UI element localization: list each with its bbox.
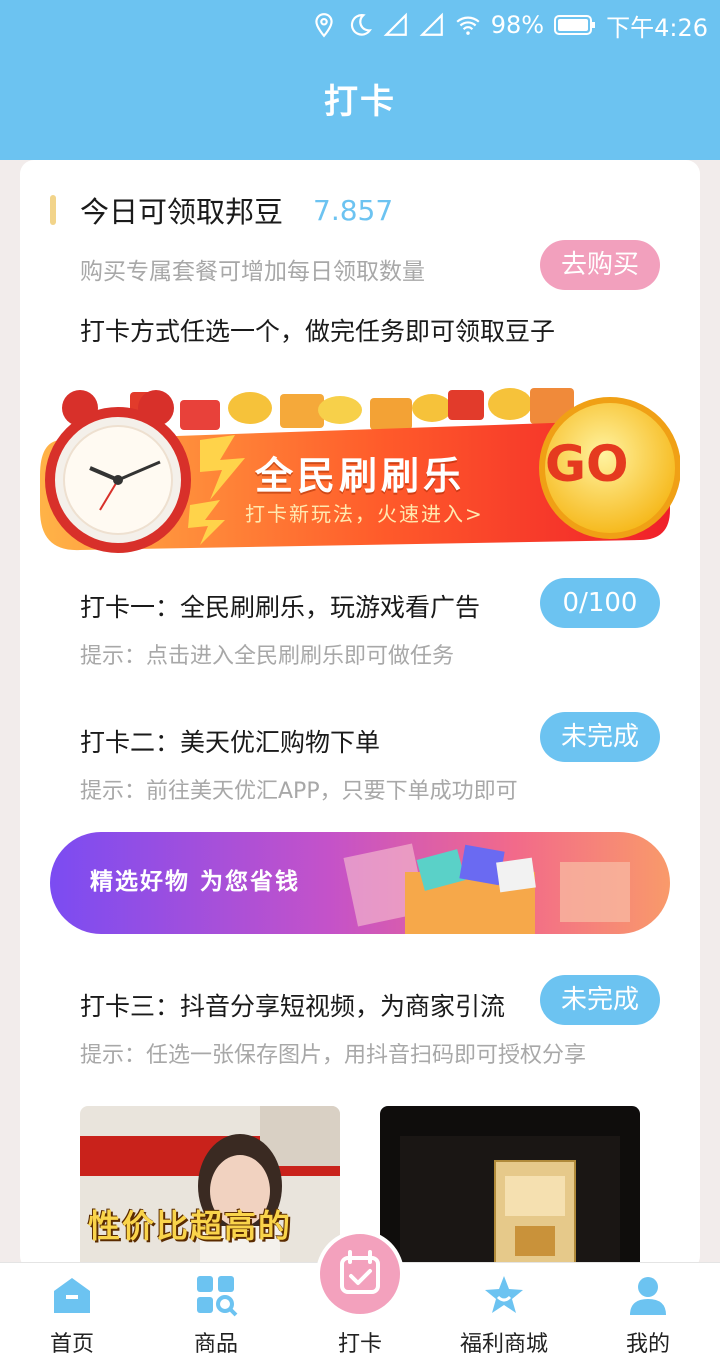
tab-label: 打卡 xyxy=(337,1332,382,1357)
moon-icon xyxy=(350,14,372,36)
today-beans-row: 今日可领取邦豆 7.857 xyxy=(50,190,393,230)
star-icon xyxy=(485,1276,523,1313)
promo-banner[interactable]: 全民刷刷乐 打卡新玩法，火速进入> GO xyxy=(40,380,680,560)
task-hint: 提示：任选一张保存图片，用抖音扫码即可授权分享 xyxy=(80,1043,587,1068)
calendar-check-icon xyxy=(340,1250,380,1294)
app-header: 打卡 xyxy=(0,50,720,160)
checkin-center-button[interactable] xyxy=(316,1230,404,1318)
battery-icon xyxy=(554,15,596,35)
tab-label: 首页 xyxy=(49,1332,94,1357)
task-3-status-badge[interactable]: 未完成 xyxy=(540,975,660,1025)
location-icon xyxy=(315,13,333,38)
promo-subtitle: 打卡新玩法，火速进入> xyxy=(245,502,484,526)
page-title: 打卡 xyxy=(324,82,396,122)
checkin-method-title: 打卡方式任选一个，做完任务即可领取豆子 xyxy=(80,317,556,346)
home-icon xyxy=(54,1278,90,1313)
signal-icon xyxy=(383,12,407,36)
checkin-card: 今日可领取邦豆 7.857 购买专属套餐可增加每日领取数量 去购买 打卡方式任选… xyxy=(20,160,700,1270)
today-beans-value: 7.857 xyxy=(313,193,394,227)
buy-button[interactable]: 去购买 xyxy=(540,240,660,290)
share-image-1[interactable]: 性价比超高的 xyxy=(80,1106,340,1270)
task-1-progress-badge[interactable]: 0/100 xyxy=(540,578,660,628)
accent-bar xyxy=(50,195,56,225)
task-2-status-badge[interactable]: 未完成 xyxy=(540,712,660,762)
tab-mine[interactable]: 我的 xyxy=(576,1263,720,1366)
share-image-2[interactable] xyxy=(380,1106,640,1270)
promo-title: 全民刷刷乐 xyxy=(255,454,466,498)
tab-label: 商品 xyxy=(193,1332,238,1357)
clock: 下午4:26 xyxy=(606,13,708,42)
tab-label: 福利商城 xyxy=(459,1332,548,1357)
task-hint: 提示：点击进入全民刷刷乐即可做任务 xyxy=(80,644,455,669)
tab-label: 我的 xyxy=(625,1332,670,1357)
share-image-2-photo xyxy=(400,1136,620,1270)
tab-products[interactable]: 商品 xyxy=(144,1263,288,1366)
shop-banner[interactable]: 精选好物 为您省钱 xyxy=(50,832,670,934)
status-indicators: 98% 下午4:26 xyxy=(311,8,708,42)
status-bar: 98% 下午4:26 xyxy=(0,0,720,50)
buy-hint: 购买专属套餐可增加每日领取数量 xyxy=(80,259,425,285)
shop-banner-text: 精选好物 为您省钱 xyxy=(90,869,301,895)
go-button[interactable]: GO xyxy=(545,435,629,493)
grid-search-icon xyxy=(197,1276,238,1317)
wifi-icon xyxy=(456,16,480,35)
task-hint: 提示：前往美天优汇APP，只要下单成功即可 xyxy=(80,779,518,804)
battery-percent: 98% xyxy=(490,11,545,39)
tab-welfare-mall[interactable]: 福利商城 xyxy=(432,1263,576,1366)
signal-icon xyxy=(419,12,443,36)
user-icon xyxy=(630,1277,666,1315)
share-image-1-caption: 性价比超高的 xyxy=(88,1207,293,1245)
today-beans-label: 今日可领取邦豆 xyxy=(80,195,284,229)
tab-home[interactable]: 首页 xyxy=(0,1263,144,1366)
